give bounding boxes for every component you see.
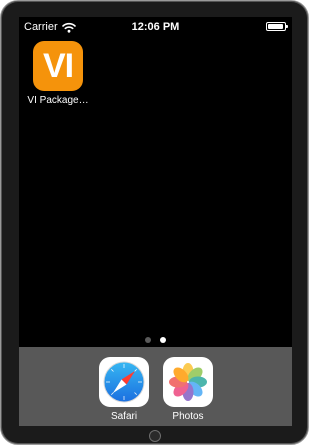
dock-label-photos: Photos <box>172 411 204 422</box>
page-dot-1[interactable] <box>145 337 151 343</box>
dock-app-photos[interactable]: Photos <box>160 357 216 422</box>
device-frame: Carrier 12:06 PM VI VI Package… Safari P… <box>0 0 309 445</box>
page-indicator[interactable] <box>19 337 292 343</box>
dock-app-safari[interactable]: Safari <box>96 357 152 422</box>
app-vi-package[interactable]: VI <box>33 41 83 91</box>
page-dot-2-current[interactable] <box>160 337 166 343</box>
dock: Safari Photos <box>19 347 292 426</box>
app-label-vi-package: VI Package… <box>27 95 89 106</box>
safari-compass-icon[interactable] <box>99 357 149 407</box>
photos-flower-icon[interactable] <box>163 357 213 407</box>
vi-app-icon[interactable]: VI <box>33 41 83 91</box>
dock-label-safari: Safari <box>110 411 138 422</box>
home-screen: Carrier 12:06 PM VI VI Package… Safari P… <box>19 17 292 426</box>
battery-icon <box>266 22 288 31</box>
safari-compass-graphic <box>103 361 145 403</box>
home-button[interactable] <box>149 430 161 442</box>
photos-flower-graphic <box>169 363 207 401</box>
status-time: 12:06 PM <box>131 21 180 33</box>
status-bar: Carrier 12:06 PM <box>19 17 292 37</box>
